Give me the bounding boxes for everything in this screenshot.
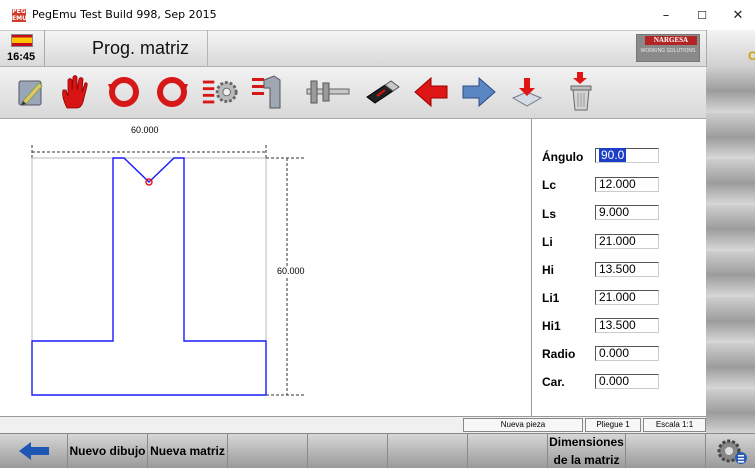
close-button[interactable]: ✕ (725, 6, 751, 26)
param-input-li[interactable]: 21.000 (595, 234, 659, 249)
right-side-buttons[interactable] (706, 67, 755, 435)
clock: 16:45 (7, 51, 36, 63)
arrow-left-icon[interactable] (412, 72, 450, 112)
rotate-left-icon[interactable] (105, 72, 143, 112)
param-input-angle[interactable]: 90.0 (595, 148, 659, 163)
app-icon: PEG EMU (12, 8, 27, 22)
param-label-hi1: Hi1 (542, 319, 561, 333)
param-input-hi[interactable]: 13.500 (595, 262, 659, 277)
logo-subtitle: WORKING SOLUTIONS (640, 48, 696, 54)
new-drawing-button[interactable]: Nuevo dibujo (68, 434, 148, 468)
drawing-canvas[interactable] (0, 119, 532, 416)
rotate-right-icon[interactable] (153, 72, 191, 112)
die-dimensions-label-1: Dimensiones (549, 435, 624, 449)
settings-button[interactable] (706, 434, 755, 468)
die-dimensions-button[interactable]: Dimensiones de la matriz (548, 434, 626, 468)
width-dimension-label: 60.000 (131, 125, 159, 135)
param-label-angle: Ángulo (542, 150, 584, 164)
param-label-radius: Radio (542, 347, 576, 361)
param-label-li1: Li1 (542, 291, 560, 305)
profile-tool-icon[interactable] (249, 72, 287, 112)
pencil-edit-icon[interactable] (12, 72, 50, 112)
die-profile (31, 157, 267, 396)
function-key-4[interactable] (228, 434, 308, 468)
param-label-ls: Ls (542, 207, 557, 221)
arrow-back-icon (18, 442, 49, 460)
param-input-car[interactable]: 0.000 (595, 374, 659, 389)
minimize-button[interactable]: – (653, 6, 679, 26)
param-input-li1[interactable]: 21.000 (595, 290, 659, 305)
param-input-lc[interactable]: 12.000 (595, 177, 659, 192)
status-fold: Pliegue 1 (585, 418, 641, 432)
param-angle-value: 90.0 (599, 148, 627, 162)
maximize-button[interactable]: ☐ (689, 6, 715, 26)
right-panel-clipped-text: C (748, 49, 755, 63)
function-key-9[interactable] (626, 434, 706, 468)
back-button[interactable] (0, 434, 68, 468)
gear-list-icon[interactable] (201, 72, 239, 112)
function-key-7[interactable] (468, 434, 548, 468)
function-key-6[interactable] (388, 434, 468, 468)
status-piece: Nueva pieza (463, 418, 583, 432)
page-title: Prog. matriz (92, 38, 190, 58)
param-label-lc: Lc (542, 178, 557, 192)
status-scale: Escala 1:1 (643, 418, 706, 432)
arrow-right-icon[interactable] (460, 72, 498, 112)
new-die-button[interactable]: Nueva matriz (148, 434, 228, 468)
trash-download-icon[interactable] (562, 72, 600, 112)
param-input-radius[interactable]: 0.000 (595, 346, 659, 361)
usb-drive-icon[interactable] (362, 72, 404, 112)
gear-icon (717, 439, 747, 464)
die-dimensions-label-2: de la matriz (553, 453, 620, 467)
language-flag-icon[interactable] (11, 34, 33, 47)
function-key-5[interactable] (308, 434, 388, 468)
caliper-icon[interactable] (304, 72, 352, 112)
height-dimension-label: 60.000 (277, 266, 305, 276)
header-divider (207, 30, 208, 67)
param-input-ls[interactable]: 9.000 (595, 205, 659, 220)
param-label-hi: Hi (542, 263, 554, 277)
tray-download-icon[interactable] (508, 72, 546, 112)
param-input-hi1[interactable]: 13.500 (595, 318, 659, 333)
window-title: PegEmu Test Build 998, Sep 2015 (32, 8, 217, 21)
param-label-li: Li (542, 235, 553, 249)
param-label-car: Car. (542, 375, 565, 389)
logo-brand-text: NARGESA (645, 36, 697, 45)
hand-stop-icon[interactable] (56, 72, 94, 112)
